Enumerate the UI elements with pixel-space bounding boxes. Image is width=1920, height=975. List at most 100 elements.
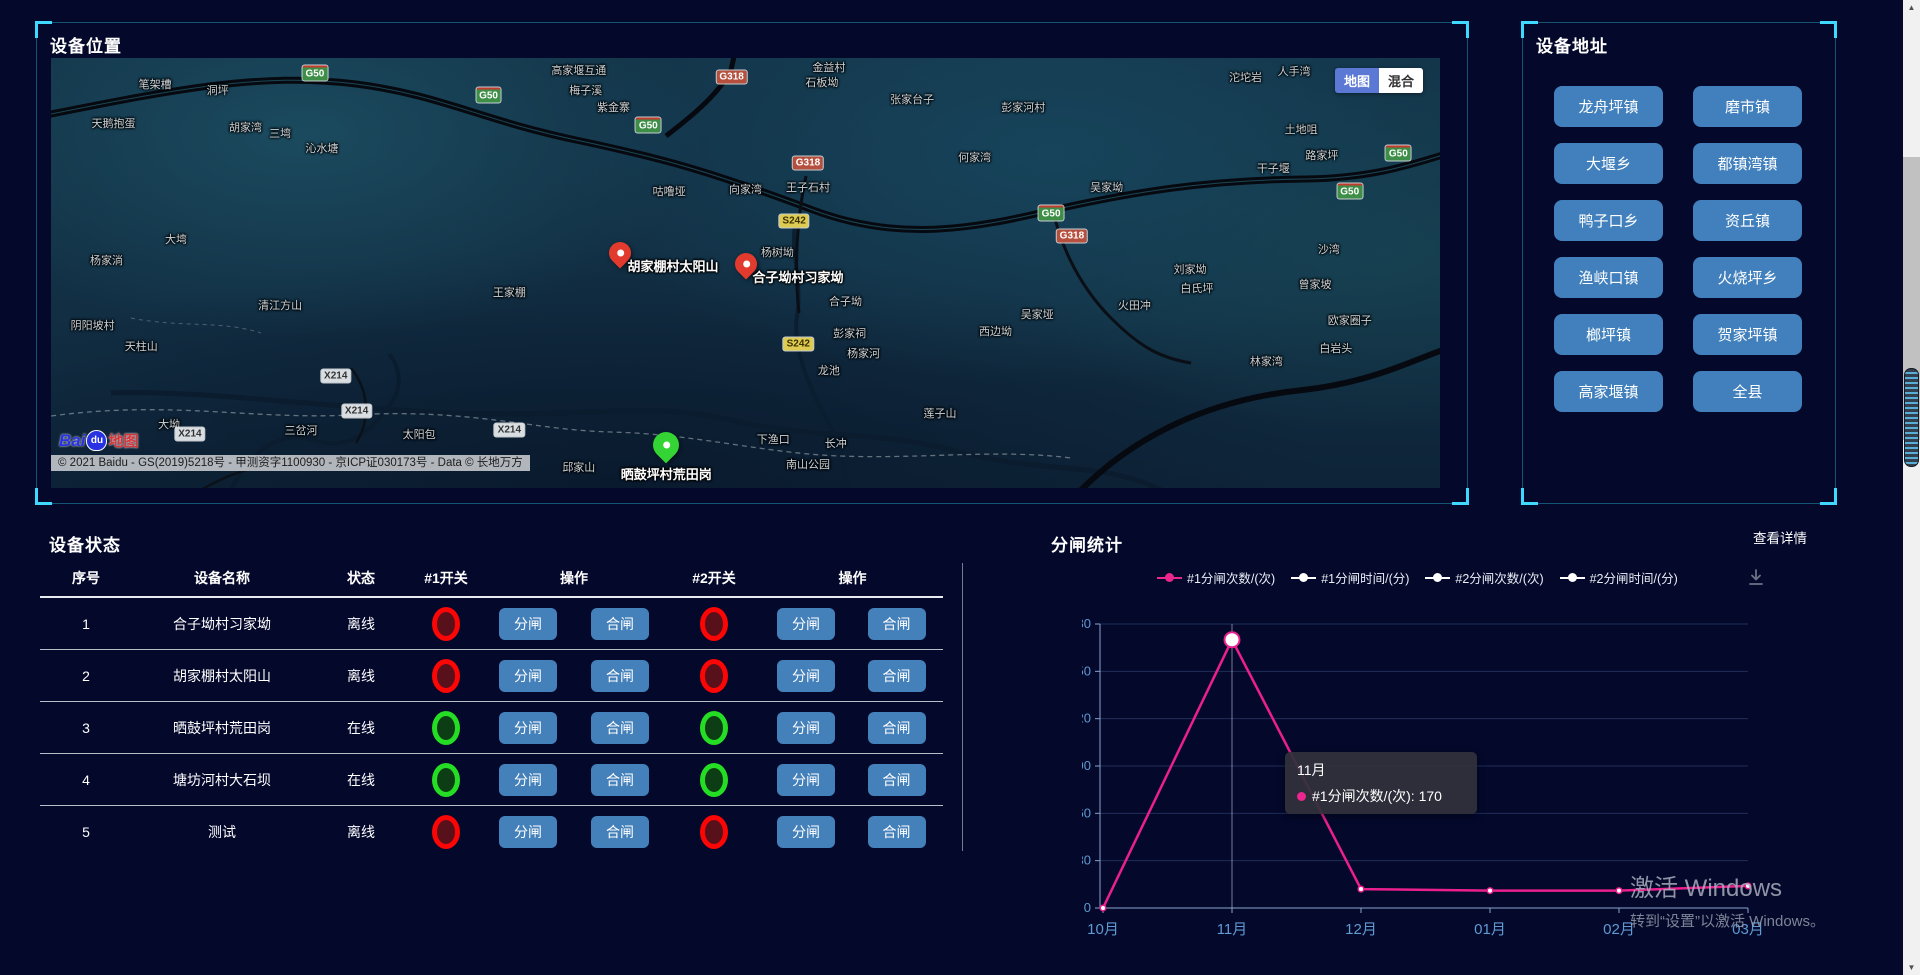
road-badge: G318 [793,157,823,170]
open-switch1-button[interactable]: 分闸 [499,608,557,640]
corner-bracket [1521,488,1538,505]
map-place-label: 大塆 [165,231,187,247]
open-switch2-button[interactable]: 分闸 [777,712,835,744]
road-badge: G50 [302,66,327,81]
map-place-label: 人手湾 [1278,63,1311,79]
open-switch2-button[interactable]: 分闸 [777,608,835,640]
address-button[interactable]: 大堰乡 [1554,143,1663,184]
cell-status: 离线 [312,666,410,686]
switch1-indicator-red [432,815,460,849]
col-header-op2: 操作 [762,568,943,588]
switch1-indicator-red [432,607,460,641]
pin-label: 晒鼓坪村荒田岗 [621,464,712,483]
address-button[interactable]: 火烧坪乡 [1693,257,1802,298]
address-button[interactable]: 全县 [1693,371,1802,412]
map-place-label: 吴家垭 [1021,306,1054,322]
col-header-sw1: #1开关 [410,568,482,588]
switch1-indicator-green [432,763,460,797]
open-switch2-button[interactable]: 分闸 [777,660,835,692]
scrollbar-up-arrow[interactable]: ▲ [1903,0,1920,15]
close-switch1-button[interactable]: 合闸 [591,608,649,640]
map-place-label: 天柱山 [125,338,158,354]
scrollbar-overlay-widget[interactable] [1904,368,1919,467]
close-switch2-button[interactable]: 合闸 [868,660,926,692]
open-switch2-button[interactable]: 分闸 [777,816,835,848]
watermark-line2: 转到“设置”以激活 Windows。 [1630,910,1825,931]
svg-text:180: 180 [1082,616,1091,631]
svg-text:90: 90 [1082,758,1091,773]
open-switch1-button[interactable]: 分闸 [499,712,557,744]
cell-status: 在线 [312,770,410,790]
baidu-map[interactable]: 笔架槽洞坪天鹅抱蛋胡家湾三塆沁水塘高家堰互通梅子溪紫金寨金益村石板坳张家台子彭家… [51,58,1440,488]
table-body: 1合子坳村习家坳离线分闸合闸分闸合闸2胡家棚村太阳山离线分闸合闸分闸合闸3晒鼓坪… [40,598,943,857]
address-button[interactable]: 高家堰镇 [1554,371,1663,412]
map-place-label: 三塆 [269,125,291,141]
map-place-label: 刘家坳 [1173,261,1206,277]
address-button[interactable]: 龙舟坪镇 [1554,86,1663,127]
open-switch2-button[interactable]: 分闸 [777,764,835,796]
cell-device-name: 合子坳村习家坳 [132,614,312,634]
map-place-label: 笔架槽 [139,76,172,92]
watermark-line1: 激活 Windows [1630,868,1825,903]
map-place-label: 合子坳 [829,293,862,309]
map-place-label: 杨树坳 [761,244,794,260]
cell-no: 3 [40,720,132,736]
map-type-toggle[interactable]: 地图 混合 [1335,68,1423,93]
map-place-label: 三岔河 [285,422,318,438]
map-type-map-button[interactable]: 地图 [1335,68,1379,93]
view-details-link[interactable]: 查看详情 [1753,527,1807,547]
map-place-label: 白岩头 [1319,340,1352,356]
map-pin-red[interactable]: 胡家棚村太阳山 [609,242,631,264]
address-button[interactable]: 都镇湾镇 [1693,143,1802,184]
open-switch1-button[interactable]: 分闸 [499,764,557,796]
device-address-panel: 设备地址 龙舟坪镇磨市镇大堰乡都镇湾镇鸭子口乡资丘镇渔峡口镇火烧坪乡榔坪镇贺家坪… [1522,22,1836,504]
close-switch2-button[interactable]: 合闸 [868,608,926,640]
baidu-paw-icon: du [86,430,107,451]
scrollbar-down-arrow[interactable]: ▼ [1903,960,1920,975]
close-switch2-button[interactable]: 合闸 [868,816,926,848]
download-icon[interactable] [1746,567,1766,592]
address-button[interactable]: 磨市镇 [1693,86,1802,127]
address-button[interactable]: 渔峡口镇 [1554,257,1663,298]
address-button[interactable]: 鸭子口乡 [1554,200,1663,241]
road-badge: G50 [636,117,661,132]
pin-label: 胡家棚村太阳山 [627,256,718,275]
road-badge: X214 [495,423,524,436]
close-switch1-button[interactable]: 合闸 [591,816,649,848]
cell-no: 5 [40,824,132,840]
legend-item[interactable]: #1分闸次数/(次) [1157,568,1275,587]
tooltip-series-dot [1297,792,1306,801]
cell-status: 在线 [312,718,410,738]
map-pin-red[interactable]: 合子坳村习家坳 [735,253,757,275]
legend-item[interactable]: #2分闸时间/(分) [1560,568,1678,587]
road-badge: G50 [1386,145,1411,160]
close-switch2-button[interactable]: 合闸 [868,764,926,796]
cell-status: 离线 [312,822,410,842]
close-switch2-button[interactable]: 合闸 [868,712,926,744]
address-button[interactable]: 贺家坪镇 [1693,314,1802,355]
map-place-label: 咕噜垭 [653,183,686,199]
legend-marker-icon [1157,577,1182,579]
map-place-label: 沙湾 [1318,241,1340,257]
close-switch1-button[interactable]: 合闸 [591,712,649,744]
page-scrollbar[interactable]: ▲ ▼ [1903,0,1920,975]
open-switch1-button[interactable]: 分闸 [499,816,557,848]
device-status-table: 序号 设备名称 状态 #1开关 操作 #2开关 操作 1合子坳村习家坳离线分闸合… [40,560,943,857]
close-switch1-button[interactable]: 合闸 [591,660,649,692]
corner-bracket [35,21,52,38]
address-button[interactable]: 资丘镇 [1693,200,1802,241]
road-badge: X214 [175,428,204,441]
address-button[interactable]: 榔坪镇 [1554,314,1663,355]
map-type-hybrid-button[interactable]: 混合 [1379,68,1423,93]
map-pin-green[interactable]: 晒鼓坪村荒田岗 [653,432,679,458]
legend-item[interactable]: #1分闸时间/(分) [1291,568,1409,587]
tooltip-title: 11月 [1297,760,1465,780]
legend-item[interactable]: #2分闸次数/(次) [1425,568,1543,587]
close-switch1-button[interactable]: 合闸 [591,764,649,796]
pin-icon [648,427,685,464]
map-place-label: 欧家圈子 [1328,312,1372,328]
status-section-title: 设备状态 [49,531,121,556]
cell-no: 1 [40,616,132,632]
cell-no: 4 [40,772,132,788]
open-switch1-button[interactable]: 分闸 [499,660,557,692]
